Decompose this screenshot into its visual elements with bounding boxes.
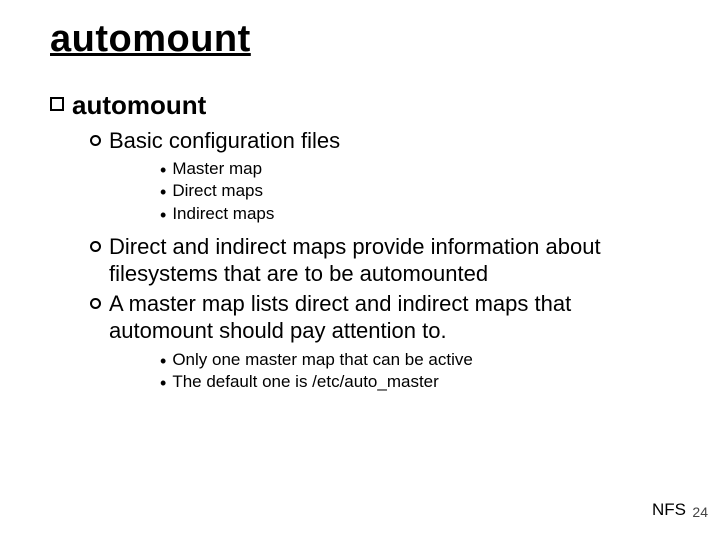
slide-title: automount xyxy=(50,18,670,61)
level2-text: A master map lists direct and indirect m… xyxy=(109,290,670,345)
level1-text: automount xyxy=(72,91,206,121)
level3-item: • Direct maps xyxy=(160,180,670,202)
circle-bullet-icon xyxy=(90,241,101,252)
level3-item: • Only one master map that can be active xyxy=(160,349,670,371)
level3-group: • Only one master map that can be active… xyxy=(160,349,670,393)
level3-text: Direct maps xyxy=(172,180,263,202)
circle-bullet-icon xyxy=(90,298,101,309)
circle-bullet-icon xyxy=(90,135,101,146)
slide: automount automount Basic configuration … xyxy=(0,0,720,540)
level3-text: The default one is /etc/auto_master xyxy=(172,371,439,393)
dot-bullet-icon: • xyxy=(160,183,166,201)
level2-item: Basic configuration files xyxy=(90,127,670,155)
level2-group: Basic configuration files • Master map •… xyxy=(90,127,670,393)
level2-text: Basic configuration files xyxy=(109,127,340,155)
level3-item: • Indirect maps xyxy=(160,203,670,225)
square-bullet-icon xyxy=(50,97,64,111)
footer-label: NFS xyxy=(652,500,686,520)
level3-text: Indirect maps xyxy=(172,203,274,225)
level3-group: • Master map • Direct maps • Indirect ma… xyxy=(160,158,670,224)
level3-item: • Master map xyxy=(160,158,670,180)
level2-item: Direct and indirect maps provide informa… xyxy=(90,233,670,288)
level3-item: • The default one is /etc/auto_master xyxy=(160,371,670,393)
page-number: 24 xyxy=(692,504,708,520)
dot-bullet-icon: • xyxy=(160,352,166,370)
level2-item: A master map lists direct and indirect m… xyxy=(90,290,670,345)
level1-row: automount xyxy=(50,91,670,121)
level3-text: Only one master map that can be active xyxy=(172,349,473,371)
dot-bullet-icon: • xyxy=(160,161,166,179)
level3-text: Master map xyxy=(172,158,262,180)
dot-bullet-icon: • xyxy=(160,206,166,224)
level2-text: Direct and indirect maps provide informa… xyxy=(109,233,670,288)
dot-bullet-icon: • xyxy=(160,374,166,392)
level1-item: automount Basic configuration files • Ma… xyxy=(50,91,670,393)
